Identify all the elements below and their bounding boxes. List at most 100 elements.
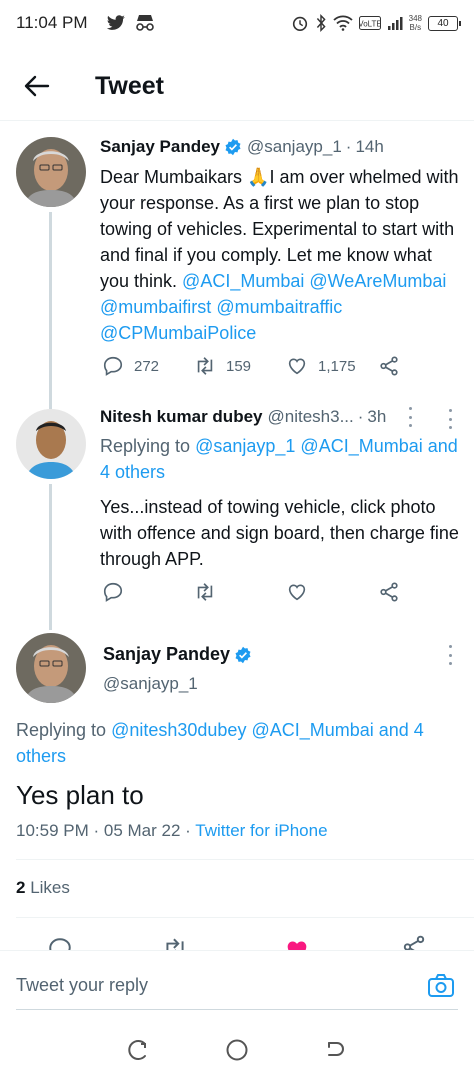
system-nav-bar xyxy=(0,1020,474,1080)
recents-icon xyxy=(128,1040,146,1060)
status-time: 11:04 PM xyxy=(16,13,88,32)
avatar[interactable] xyxy=(16,633,86,703)
share-icon xyxy=(380,582,398,602)
arrow-left-icon xyxy=(24,75,50,97)
tweet-meta: 10:59 PM · 05 Mar 22 · Twitter for iPhon… xyxy=(16,821,328,841)
reply-bar xyxy=(0,950,474,1020)
header-divider xyxy=(0,120,474,121)
net-speed-value: 348 xyxy=(408,14,422,23)
avatar-image xyxy=(16,409,86,479)
folded-hands-emoji: 🙏 xyxy=(247,167,270,187)
author-handle[interactable]: @sanjayp_1 xyxy=(247,137,342,157)
home-circle-icon xyxy=(226,1039,248,1061)
back-nav-button[interactable] xyxy=(322,1037,348,1063)
share-button[interactable] xyxy=(378,581,400,603)
tweet-body: Nitesh kumar dubey @nitesh3... · 3h Repl… xyxy=(100,405,460,572)
thread-tweet[interactable]: Nitesh kumar dubey @nitesh3... · 3h Repl… xyxy=(0,390,474,616)
author-name[interactable]: Sanjay Pandey xyxy=(103,644,230,665)
net-speed: 348 B/s xyxy=(409,14,422,32)
likes-label: Likes xyxy=(30,878,70,897)
avatar-image xyxy=(16,633,86,703)
like-button[interactable]: 1,175 xyxy=(286,355,378,377)
author-handle[interactable]: @nitesh3... xyxy=(268,407,354,427)
author-handle[interactable]: @sanjayp_1 xyxy=(103,674,198,694)
tweet-time: 10:59 PM xyxy=(16,821,89,840)
retweet-icon[interactable] xyxy=(162,936,188,950)
tweet-header: Sanjay Pandey @sanjayp_1 · 14h xyxy=(100,135,460,159)
wifi-icon xyxy=(333,15,353,31)
verified-badge-icon xyxy=(225,138,241,156)
mention-link[interactable]: @CPMumbaiPolice xyxy=(100,323,256,343)
reply-icon[interactable] xyxy=(47,936,73,950)
more-options-button[interactable] xyxy=(400,407,420,427)
reply-underline xyxy=(16,1009,458,1010)
incognito-icon xyxy=(135,15,154,31)
tweet-text: Yes plan to xyxy=(16,780,144,810)
thread-tweet[interactable]: Sanjay Pandey @sanjayp_1 · 14h Dear Mumb… xyxy=(0,124,474,390)
mention-link[interactable]: @WeAreMumbai xyxy=(309,271,446,291)
focused-actions xyxy=(0,932,474,950)
heart-filled-icon[interactable] xyxy=(283,936,311,950)
share-icon xyxy=(380,356,398,376)
reply-count: 272 xyxy=(134,357,160,375)
battery-level: 40 xyxy=(437,17,449,29)
home-button[interactable] xyxy=(224,1037,250,1063)
separator-dot: · xyxy=(185,821,196,840)
mention-link[interactable]: @mumbaitraffic xyxy=(216,297,342,317)
tweet-text: Dear Mumbaikars 🙏I am over whelmed with … xyxy=(100,164,460,346)
retweet-count: 159 xyxy=(226,357,252,375)
tweet-text: Yes...instead of towing vehicle, click p… xyxy=(100,497,459,569)
tweet-text-part: Dear Mumbaikars xyxy=(100,167,248,187)
author-name[interactable]: Nitesh kumar dubey xyxy=(100,407,263,427)
likes-summary[interactable]: 2 Likes xyxy=(16,878,70,898)
tweet-header: Nitesh kumar dubey @nitesh3... · 3h xyxy=(100,405,460,429)
reply-input[interactable] xyxy=(16,975,396,996)
tweet-actions xyxy=(102,577,400,607)
battery-icon: 40 xyxy=(428,15,461,31)
tweet-time[interactable]: 14h xyxy=(355,137,383,157)
more-options-button[interactable] xyxy=(440,409,460,429)
thread-line xyxy=(49,212,52,390)
divider xyxy=(16,859,474,860)
like-count: 1,175 xyxy=(318,357,356,375)
retweet-icon xyxy=(197,583,213,601)
back-button[interactable] xyxy=(12,61,62,111)
heart-icon xyxy=(288,584,306,601)
likes-count: 2 xyxy=(16,878,26,897)
thread-line xyxy=(49,390,52,409)
more-options-button[interactable] xyxy=(440,645,460,665)
retweet-button[interactable] xyxy=(194,581,286,603)
recents-button[interactable] xyxy=(126,1037,152,1063)
separator-dot: · xyxy=(357,407,364,426)
reply-icon xyxy=(103,582,123,602)
verified-badge-icon xyxy=(235,646,251,663)
retweet-button[interactable]: 159 xyxy=(194,355,286,377)
volte-icon: VoLTE xyxy=(358,16,381,30)
tweet-date: 05 Mar 22 xyxy=(103,821,181,840)
reply-icon xyxy=(103,356,123,376)
signal-icon xyxy=(387,17,403,30)
mention-link[interactable]: @ACI_Mumbai xyxy=(182,271,304,291)
alarm-icon xyxy=(292,16,307,32)
like-button[interactable] xyxy=(286,581,378,603)
share-button[interactable] xyxy=(378,355,400,377)
retweet-icon xyxy=(197,357,213,375)
author-name[interactable]: Sanjay Pandey xyxy=(100,137,220,157)
avatar[interactable] xyxy=(16,137,86,207)
twitter-bird-icon xyxy=(106,15,125,30)
divider xyxy=(16,917,474,918)
net-speed-unit: B/s xyxy=(409,23,422,32)
reply-button[interactable] xyxy=(102,581,194,603)
replying-label: Replying to xyxy=(16,720,107,740)
tweet-time[interactable]: 3h xyxy=(367,407,386,427)
tweet-source-link[interactable]: Twitter for iPhone xyxy=(195,821,327,840)
camera-icon[interactable] xyxy=(426,971,456,1001)
avatar-image xyxy=(16,137,86,207)
page-title: Tweet xyxy=(95,71,164,100)
avatar[interactable] xyxy=(16,409,86,479)
top-bar: Tweet xyxy=(0,56,474,116)
share-icon[interactable] xyxy=(401,934,427,950)
tweet-body: Sanjay Pandey @sanjayp_1 · 14h Dear Mumb… xyxy=(100,135,460,346)
reply-button[interactable]: 272 xyxy=(102,355,194,377)
mention-link[interactable]: @mumbaifirst xyxy=(100,297,211,317)
